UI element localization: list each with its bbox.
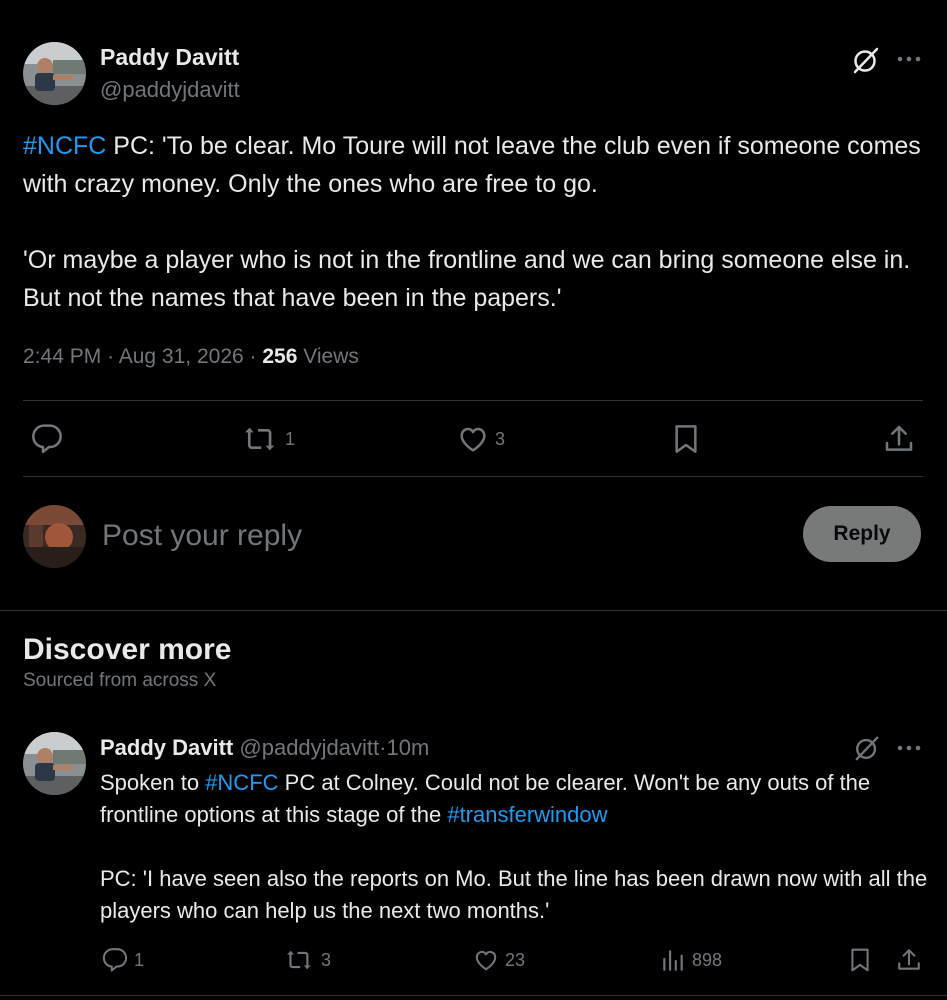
views-label: Views [303,345,359,368]
like-count: 23 [505,949,526,970]
views-button[interactable]: 898 [660,947,722,973]
share-icon [885,425,913,451]
retweet-count: 1 [285,428,296,449]
tweet-text: Spoken to #NCFC PC at Colney. Could not … [100,767,930,927]
author-avatar[interactable] [23,732,86,795]
retweet-icon [245,427,275,451]
reply-button[interactable] [31,423,63,455]
reply-input[interactable] [102,514,772,558]
reply-button[interactable]: 1 [102,947,144,973]
share-icon [898,949,920,970]
analytics-icon [663,950,683,971]
bookmark-button[interactable] [847,947,873,973]
views-count: 256 [262,345,298,368]
retweet-count: 3 [321,949,332,970]
heart-icon [475,950,497,971]
hashtag-link[interactable]: #transferwindow [447,802,607,827]
tweet-text-paragraph: 'Or maybe a player who is not in the fro… [23,246,911,312]
author-name[interactable]: Paddy Davitt [100,44,239,71]
tweet-text-part: PC: 'To be clear. Mo Toure will not leav… [23,132,921,198]
more-icon[interactable] [896,733,922,767]
author-handle[interactable]: @paddyjdavitt [100,77,240,103]
like-count: 3 [495,428,506,449]
reply-submit-button[interactable]: Reply [803,506,921,562]
hashtag-link[interactable]: #NCFC [23,132,106,160]
share-button[interactable] [896,947,922,973]
reply-icon [102,948,128,972]
tweet-text: #NCFC PC: 'To be clear. Mo Toure will no… [23,127,928,317]
tweet-date[interactable]: Aug 31, 2026 [119,345,244,368]
reply-icon [32,424,62,454]
current-user-avatar[interactable] [23,505,86,568]
author-handle[interactable]: @paddyjdavitt [239,735,379,760]
grok-icon[interactable] [851,45,881,75]
bookmark-button[interactable] [670,423,702,455]
heart-icon [460,427,486,452]
tweet-time[interactable]: 2:44 PM [23,345,101,368]
author-name[interactable]: Paddy Davitt [100,735,233,760]
hashtag-link[interactable]: #NCFC [205,770,278,795]
tweet-text-paragraph: PC: 'I have seen also the reports on Mo.… [100,866,928,923]
retweet-button[interactable]: 3 [285,947,331,973]
bookmark-icon [675,425,697,453]
retweet-button[interactable]: 1 [243,423,295,455]
divider [23,476,923,477]
divider [23,400,923,401]
more-icon[interactable] [896,44,922,74]
like-button[interactable]: 3 [457,423,505,455]
views-count: 898 [692,949,723,970]
like-button[interactable]: 23 [473,947,525,973]
section-subtitle: Sourced from across X [23,670,217,691]
tweet-text-part: Spoken to [100,770,206,795]
section-title: Discover more [23,633,232,666]
author-avatar[interactable] [23,42,86,105]
retweet-icon [287,950,311,970]
reply-count: 1 [134,949,145,970]
grok-icon[interactable] [853,734,881,762]
tweet-header: Paddy Davitt @paddyjdavitt·10m [100,735,429,761]
bookmark-icon [851,948,869,972]
section-divider [0,610,947,611]
tweet-meta: 2:44 PM · Aug 31, 2026 · 256 Views [23,345,359,368]
tweet-time[interactable]: 10m [386,735,429,760]
section-divider [0,995,947,996]
share-button[interactable] [883,423,915,455]
